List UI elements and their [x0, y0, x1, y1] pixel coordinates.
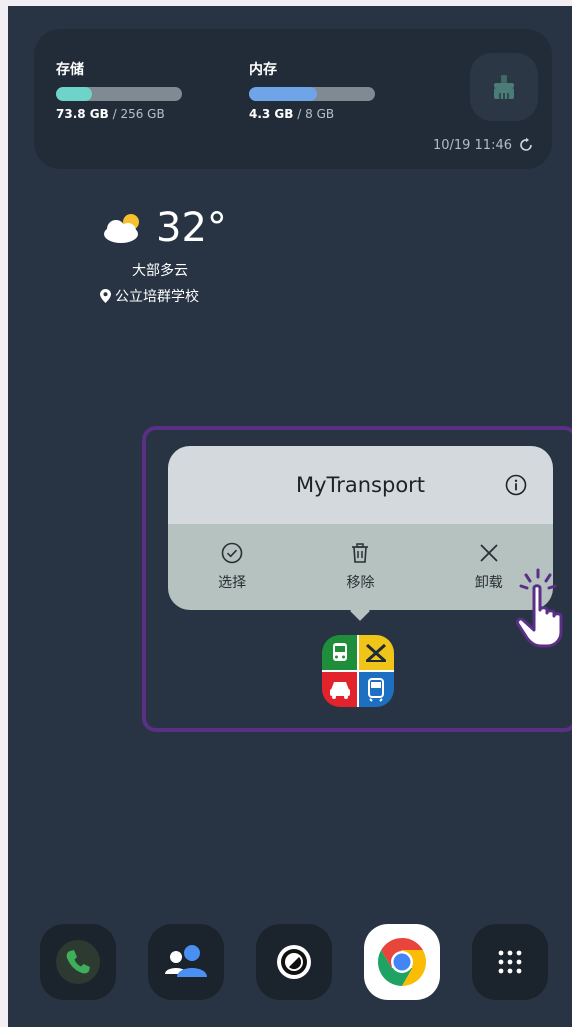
remove-button[interactable]: 移除 [296, 524, 424, 610]
weather-widget[interactable]: 32° 大部多云 公立培群学校 [100, 206, 230, 306]
select-button[interactable]: 选择 [168, 524, 296, 610]
tap-hand-icon [516, 568, 563, 648]
check-circle-icon [221, 542, 243, 564]
dock-chrome[interactable] [364, 924, 440, 1000]
mytransport-app-icon[interactable] [322, 635, 394, 707]
memory-value: 4.3 GB / 8 GB [249, 107, 375, 121]
trash-icon [352, 543, 369, 563]
storage-value: 73.8 GB / 256 GB [56, 107, 182, 121]
storage-widget[interactable]: 存储 73.8 GB / 256 GB 内存 4.3 GB / 8 GB 10/… [34, 29, 552, 169]
storage-used: 73.8 GB [56, 107, 109, 121]
weather-temperature: 32° [156, 205, 227, 251]
dock-app-drawer[interactable] [472, 924, 548, 1000]
uninstall-label: 卸载 [474, 575, 503, 591]
dock-contacts[interactable] [148, 924, 224, 1000]
select-label: 选择 [218, 575, 247, 591]
storage-block: 存储 73.8 GB / 256 GB [56, 59, 182, 121]
timestamp-text: 10/19 11:46 [432, 137, 512, 153]
app-context-menu: MyTransport 选择 移除 卸载 [168, 446, 553, 610]
weather-condition: 大部多云 [132, 263, 188, 279]
memory-total: / 8 GB [297, 107, 335, 121]
context-menu-header: MyTransport [168, 446, 553, 524]
context-menu-actions: 选择 移除 卸载 [168, 524, 553, 610]
refresh-icon[interactable] [518, 137, 534, 153]
memory-used: 4.3 GB [249, 107, 294, 121]
clean-button[interactable] [470, 53, 538, 121]
contacts-icon [165, 945, 207, 977]
memory-bar [249, 87, 375, 101]
location-text: 公立培群学校 [115, 289, 199, 305]
home-screen: 存储 73.8 GB / 256 GB 内存 4.3 GB / 8 GB 10/… [8, 6, 572, 1027]
camera-icon [277, 945, 311, 979]
memory-block: 内存 4.3 GB / 8 GB [249, 59, 375, 121]
storage-bar-fill [56, 87, 93, 101]
storage-bar [56, 87, 182, 101]
memory-bar-fill [249, 87, 318, 101]
storage-total: / 256 GB [112, 107, 165, 121]
weather-top: 32° [100, 206, 230, 250]
location-pin-icon [100, 289, 111, 303]
memory-label: 内存 [249, 62, 277, 78]
dock-phone[interactable] [40, 924, 116, 1000]
context-menu-title: MyTransport [295, 473, 426, 497]
grid-icon [498, 950, 522, 974]
storage-timestamp: 10/19 11:46 [433, 137, 534, 153]
close-icon [480, 544, 498, 562]
dock-camera[interactable] [256, 924, 332, 1000]
info-icon[interactable] [505, 474, 527, 496]
storage-label: 存储 [56, 62, 84, 78]
phone-icon [56, 940, 100, 984]
chrome-icon [377, 938, 427, 986]
remove-label: 移除 [346, 575, 375, 591]
mytransport-icon [322, 635, 394, 707]
broom-icon [494, 75, 514, 99]
weather-location: 公立培群学校 [100, 286, 230, 306]
partly-cloudy-icon [104, 214, 139, 243]
dock [40, 924, 548, 1004]
